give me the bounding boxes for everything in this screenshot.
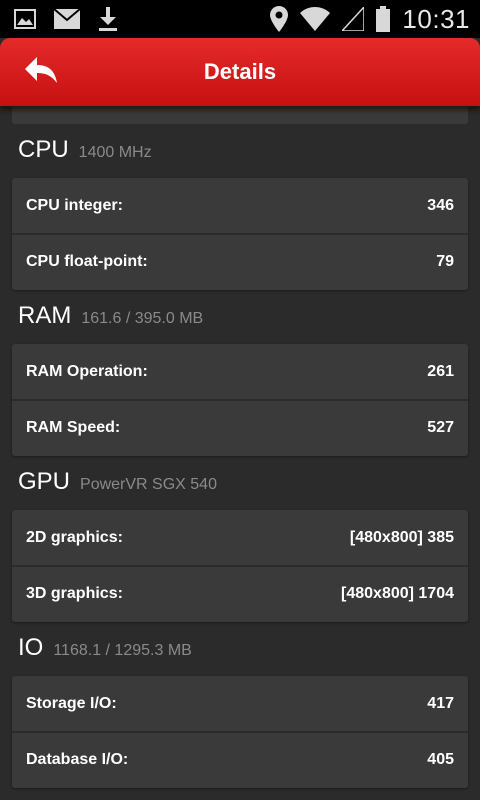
- row-value: 417: [427, 695, 454, 712]
- email-icon: [54, 9, 80, 29]
- list-item[interactable]: CPU float-point: 79: [12, 234, 468, 290]
- row-label: 3D graphics:: [26, 585, 123, 602]
- section-title: GPU: [18, 468, 71, 495]
- action-bar: Details: [0, 38, 480, 106]
- section-title: IO: [18, 634, 44, 661]
- back-button[interactable]: [14, 52, 68, 92]
- clock: 10:31: [402, 3, 470, 34]
- list-item[interactable]: RAM Speed: 527: [12, 400, 468, 456]
- row-value: 527: [427, 419, 454, 436]
- card-ram: RAM Operation: 261 RAM Speed: 527: [12, 344, 468, 456]
- location-icon: [270, 6, 289, 32]
- list-item[interactable]: CPU integer: 346: [12, 178, 468, 234]
- section-header-ram: RAM 161.6 / 395.0 MB: [18, 302, 203, 342]
- row-value: [480x800] 1704: [341, 585, 454, 602]
- previous-card: [12, 106, 468, 124]
- list-item[interactable]: 3D graphics: [480x800] 1704: [12, 566, 468, 622]
- back-arrow-icon: [23, 55, 59, 90]
- status-bar: 10:31: [0, 0, 480, 38]
- card-io: Storage I/O: 417 Database I/O: 405: [12, 676, 468, 788]
- row-label: Database I/O:: [26, 751, 129, 768]
- row-label: CPU integer:: [26, 197, 123, 214]
- row-value: 405: [427, 751, 454, 768]
- section-title: CPU: [18, 136, 69, 163]
- row-label: RAM Speed:: [26, 419, 121, 436]
- section-header-io: IO 1168.1 / 1295.3 MB: [18, 634, 192, 674]
- section-header-cpu: CPU 1400 MHz: [18, 136, 152, 176]
- download-icon: [98, 7, 118, 31]
- row-value: 261: [427, 363, 454, 380]
- details-list[interactable]: CPU 1400 MHz CPU integer: 346 CPU float-…: [0, 106, 480, 800]
- section-title: RAM: [18, 302, 72, 329]
- section-header-gpu: GPU PowerVR SGX 540: [18, 468, 217, 508]
- section-subtitle: PowerVR SGX 540: [80, 476, 217, 493]
- row-value: 346: [427, 197, 454, 214]
- wifi-icon: [300, 7, 331, 31]
- row-label: Storage I/O:: [26, 695, 117, 712]
- row-value: 79: [436, 253, 454, 270]
- card-cpu: CPU integer: 346 CPU float-point: 79: [12, 178, 468, 290]
- section-subtitle: 161.6 / 395.0 MB: [81, 310, 204, 327]
- battery-icon: [376, 6, 391, 32]
- list-item[interactable]: 2D graphics: [480x800] 385: [12, 510, 468, 566]
- row-label: 2D graphics:: [26, 529, 123, 546]
- list-item[interactable]: Database I/O: 405: [12, 732, 468, 788]
- list-item[interactable]: Storage I/O: 417: [12, 676, 468, 732]
- card-gpu: 2D graphics: [480x800] 385 3D graphics: …: [12, 510, 468, 622]
- row-value: [480x800] 385: [349, 529, 454, 546]
- row-label: CPU float-point:: [26, 253, 148, 270]
- page-title: Details: [203, 59, 277, 84]
- section-subtitle: 1168.1 / 1295.3 MB: [53, 642, 192, 659]
- signal-icon: [342, 7, 365, 31]
- section-subtitle: 1400 MHz: [78, 144, 152, 161]
- list-item[interactable]: RAM Operation: 261: [12, 344, 468, 400]
- row-label: RAM Operation:: [26, 363, 148, 380]
- image-icon: [14, 9, 36, 29]
